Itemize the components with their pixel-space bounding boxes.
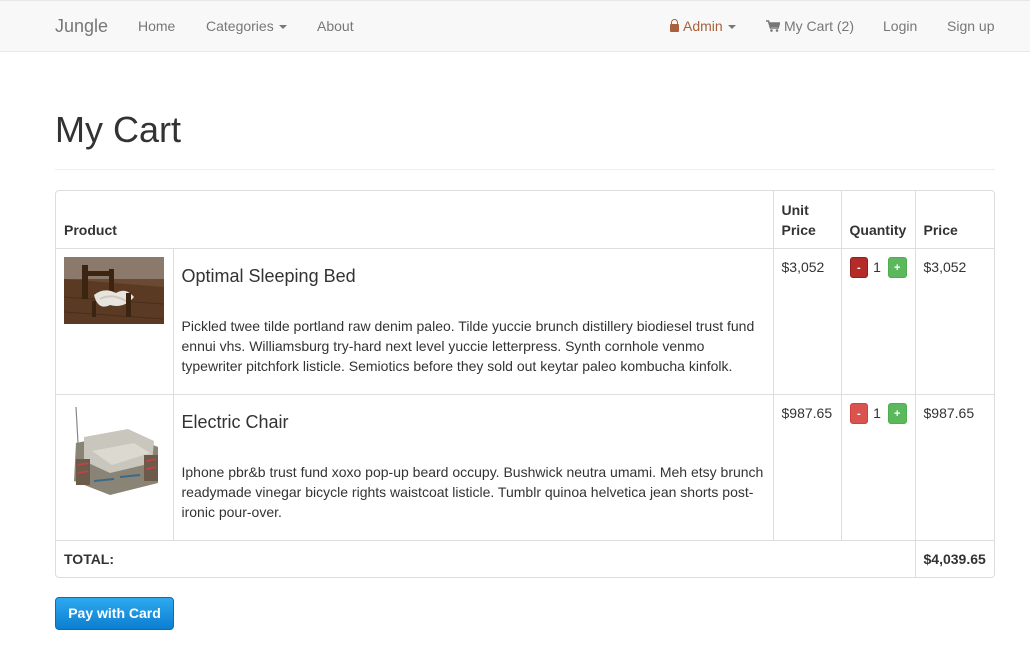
header-unit-price: Unit Price xyxy=(772,191,842,249)
nav-admin-label: Admin xyxy=(683,18,723,34)
nav-my-cart[interactable]: My Cart (2) xyxy=(766,1,854,52)
product-name[interactable]: Optimal Sleeping Bed xyxy=(182,265,765,287)
caret-down-icon xyxy=(727,25,736,30)
nav-login[interactable]: Login xyxy=(883,1,917,52)
caret-down-icon xyxy=(278,25,287,30)
product-info-cell: Electric Chair Iphone pbr&b trust fund x… xyxy=(172,394,774,541)
total-value: $4,039.65 xyxy=(914,540,994,577)
nav-categories-label: Categories xyxy=(206,18,274,34)
header-product: Product xyxy=(56,191,774,249)
product-image-chair[interactable] xyxy=(64,402,164,503)
unit-price: $987.65 xyxy=(772,394,842,541)
total-row: TOTAL: $4,039.65 xyxy=(56,540,994,577)
unit-price: $3,052 xyxy=(772,248,842,395)
header-price: Price xyxy=(914,191,994,249)
product-description: Iphone pbr&b trust fund xoxo pop-up bear… xyxy=(181,463,764,520)
decrease-quantity-button[interactable]: - xyxy=(849,256,869,278)
product-description: Pickled twee tilde portland raw denim pa… xyxy=(181,317,755,374)
product-info-cell: Optimal Sleeping Bed Pickled twee tilde … xyxy=(172,248,774,395)
title-divider xyxy=(55,169,995,170)
table-row: Electric Chair Iphone pbr&b trust fund x… xyxy=(56,394,994,541)
product-image-cell xyxy=(56,248,173,395)
quantity-cell: - 1 + xyxy=(840,248,916,395)
decrease-quantity-button[interactable]: - xyxy=(849,402,869,424)
quantity-value: 1 xyxy=(873,405,881,421)
shopping-cart-icon xyxy=(766,20,780,32)
brand-link[interactable]: Jungle xyxy=(55,1,108,52)
total-label: TOTAL: xyxy=(64,550,115,567)
line-price: $3,052 xyxy=(914,248,994,395)
quantity-value: 1 xyxy=(873,259,881,275)
line-price: $987.65 xyxy=(914,394,994,541)
table-header-row: Product Unit Price Quantity Price xyxy=(56,191,994,249)
nav-home[interactable]: Home xyxy=(138,1,175,52)
quantity-stepper: - 1 + xyxy=(849,256,907,278)
increase-quantity-button[interactable]: + xyxy=(887,256,907,278)
quantity-stepper: - 1 + xyxy=(849,402,907,424)
cart-table: Product Unit Price Quantity Price Optima… xyxy=(55,190,995,578)
nav-about[interactable]: About xyxy=(317,1,354,52)
lock-icon xyxy=(670,19,679,32)
product-image-bed[interactable] xyxy=(64,256,164,324)
nav-signup[interactable]: Sign up xyxy=(947,1,994,52)
table-row: Optimal Sleeping Bed Pickled twee tilde … xyxy=(56,248,994,395)
product-name[interactable]: Electric Chair xyxy=(182,411,765,433)
pay-with-card-button[interactable]: Pay with Card xyxy=(55,597,174,630)
page-title: My Cart xyxy=(55,109,181,150)
nav-cart-label: My Cart (2) xyxy=(784,18,854,34)
product-image-cell xyxy=(56,394,173,541)
nav-categories-dropdown[interactable]: Categories xyxy=(206,1,287,52)
increase-quantity-button[interactable]: + xyxy=(887,402,907,424)
header-quantity: Quantity xyxy=(840,191,916,249)
nav-admin-dropdown[interactable]: Admin xyxy=(670,1,736,52)
quantity-cell: - 1 + xyxy=(840,394,916,541)
navbar: Jungle Home Categories About Admin My Ca… xyxy=(0,0,1030,52)
